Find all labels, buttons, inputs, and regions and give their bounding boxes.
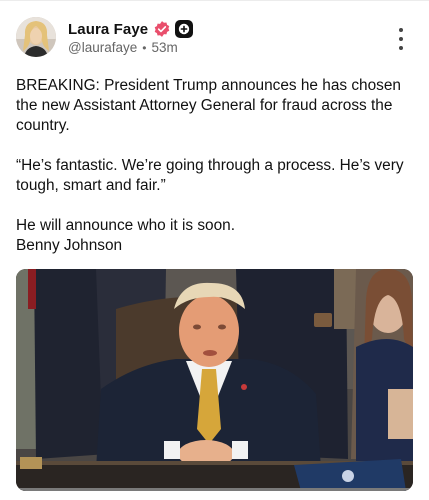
author-row: Laura Faye xyxy=(68,18,194,40)
post-signature: Benny Johnson xyxy=(16,237,123,254)
avatar[interactable] xyxy=(16,17,56,57)
divider xyxy=(0,0,429,1)
author-meta: @laurafaye • 53m xyxy=(68,40,178,55)
plus-badge-icon xyxy=(175,20,194,38)
post-time[interactable]: 53m xyxy=(151,40,177,55)
author-handle[interactable]: @laurafaye xyxy=(68,40,137,55)
post-image[interactable] xyxy=(16,269,413,491)
post-image-graphic xyxy=(16,269,413,491)
meta-separator: • xyxy=(142,40,147,55)
post-body: BREAKING: President Trump announces he h… xyxy=(16,76,416,256)
post-closing-line: He will announce who it is soon. xyxy=(16,217,236,234)
author-name[interactable]: Laura Faye xyxy=(68,21,148,38)
post-paragraph: “He’s fantastic. We’re going through a p… xyxy=(16,157,404,194)
post-card: Laura Faye @laurafaye • 53m BREAKING: Pr… xyxy=(0,0,429,500)
post-paragraph: BREAKING: President Trump announces he h… xyxy=(16,77,401,134)
verified-badge-icon xyxy=(153,20,171,38)
more-options-icon[interactable] xyxy=(394,28,408,50)
